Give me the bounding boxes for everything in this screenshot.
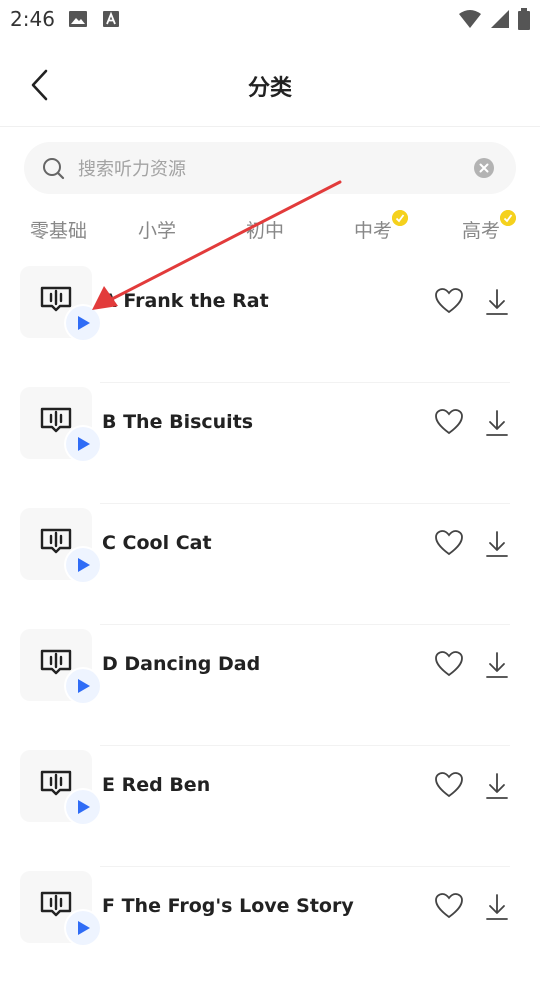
play-button[interactable] [66,427,100,461]
tab-primary[interactable]: 小学 [138,216,176,243]
favorite-icon[interactable] [435,651,463,677]
item-title: C Cool Cat [102,532,212,554]
item-title: A Frank the Rat [102,290,269,312]
download-icon[interactable] [485,288,509,316]
tab-label: 高考 [462,220,501,242]
list-item[interactable]: B The Biscuits [0,383,540,504]
vip-badge-icon [392,210,409,226]
list-item[interactable]: F The Frog's Love Story [0,867,540,988]
item-title: F The Frog's Love Story [102,895,354,917]
status-time: 2:46 [10,7,55,31]
download-icon[interactable] [485,530,509,558]
play-button[interactable] [66,790,100,824]
tab-label: 中考 [354,220,393,242]
play-icon [78,316,90,330]
favorite-icon[interactable] [435,772,463,798]
item-title: E Red Ben [102,774,211,796]
tab-label: 小学 [138,220,177,242]
tab-junior-high[interactable]: 初中 [246,216,284,243]
search-bar[interactable] [24,142,516,196]
status-bar: 2:46 [0,0,540,38]
favorite-icon[interactable] [435,530,463,556]
tab-label: 零基础 [30,220,88,242]
download-icon[interactable] [485,651,509,679]
page-title: 分类 [247,76,292,101]
play-button[interactable] [66,548,100,582]
app-notification-icon [103,11,119,27]
search-icon [43,158,65,180]
list-item[interactable]: A Frank the Rat [0,262,540,383]
tab-zero-basics[interactable]: 零基础 [30,216,87,243]
header: 分类 [0,40,540,127]
item-title: B The Biscuits [102,411,254,433]
list-item[interactable]: D Dancing Dad [0,625,540,746]
favorite-icon[interactable] [435,288,463,314]
play-icon [78,679,90,693]
list-item[interactable]: E Red Ben [0,746,540,867]
play-button[interactable] [66,669,100,703]
favorite-icon[interactable] [435,409,463,435]
status-right [458,8,530,30]
play-button[interactable] [66,306,100,340]
clear-icon[interactable] [474,158,494,178]
play-icon [78,437,90,451]
wifi-icon [459,10,481,28]
item-title: D Dancing Dad [102,653,261,675]
battery-icon [518,8,530,30]
vip-badge-icon [500,210,517,226]
play-button[interactable] [66,911,100,945]
signal-icon [491,10,509,28]
play-icon [78,921,90,935]
search-input[interactable] [76,142,460,196]
image-notification-icon [69,11,87,27]
tab-zhongkao[interactable]: 中考 [354,210,409,243]
tab-gaokao[interactable]: 高考 [462,210,517,243]
favorite-icon[interactable] [435,893,463,919]
play-icon [78,558,90,572]
download-icon[interactable] [485,772,509,800]
download-icon[interactable] [485,409,509,437]
list-item[interactable]: C Cool Cat [0,504,540,625]
download-icon[interactable] [485,893,509,921]
category-tabs: 零基础 小学 初中 中考 高考 [0,210,540,250]
tab-label: 初中 [246,220,285,242]
play-icon [78,800,90,814]
